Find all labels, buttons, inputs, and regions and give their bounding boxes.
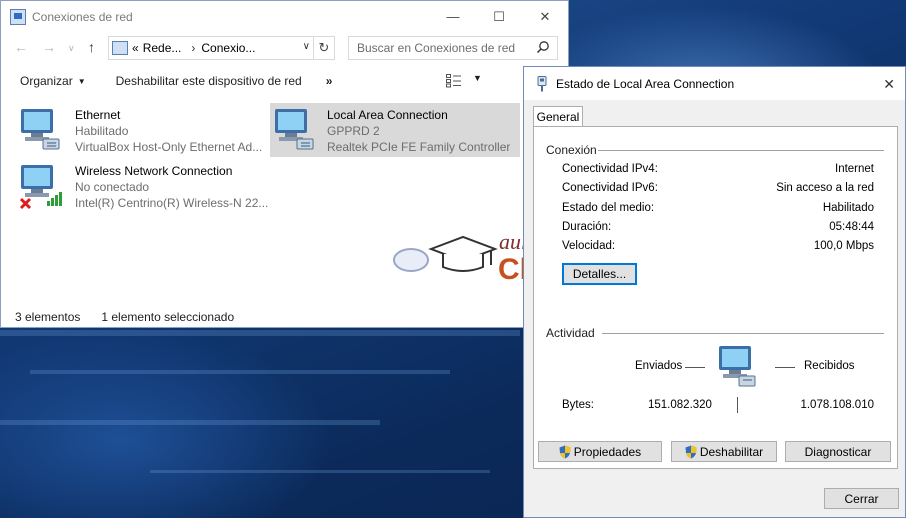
- row-label: Duración:: [562, 221, 612, 233]
- row-value: 05:48:44: [829, 221, 874, 233]
- recent-locations-dropdown[interactable]: ∨: [68, 43, 75, 54]
- group-divider: [602, 333, 884, 334]
- chevron-down-icon[interactable]: ∨: [303, 41, 310, 52]
- row-label: Velocidad:: [562, 240, 616, 252]
- tab-general[interactable]: General: [533, 106, 583, 127]
- list-item-ethernet[interactable]: Ethernet Habilitado VirtualBox Host-Only…: [3, 103, 262, 157]
- connection-status-dialog: Estado de Local Area Connection ✕ Genera…: [523, 66, 906, 518]
- properties-label: Propiedades: [573, 444, 642, 459]
- network-adapter-icon: [275, 109, 314, 150]
- wireless-adapter-icon: [19, 165, 62, 210]
- close-button[interactable]: ✕: [522, 1, 568, 32]
- back-arrow-icon[interactable]: ←: [14, 39, 28, 55]
- search-placeholder: Buscar en Conexiones de red: [357, 41, 516, 55]
- chevron-right-icon[interactable]: ›: [191, 41, 195, 55]
- disable-label: Deshabilitar: [699, 444, 764, 459]
- network-folder-icon: [112, 41, 128, 55]
- explorer-titlebar: Conexiones de red — ☐ ✕: [1, 1, 568, 32]
- breadcrumb-item[interactable]: Conexio...: [201, 41, 255, 55]
- network-adapter-icon: [21, 109, 60, 150]
- explorer-title: Conexiones de red: [32, 9, 133, 24]
- row-value: Sin acceso a la red: [776, 182, 874, 194]
- breadcrumb-item[interactable]: Rede...: [143, 41, 182, 55]
- connection-device: Intel(R) Centrino(R) Wireless-N 22...: [75, 196, 269, 210]
- address-bar[interactable]: « Rede... › Conexio... ∨ ↻: [108, 36, 335, 60]
- close-dialog-button[interactable]: Cerrar: [824, 488, 899, 509]
- organize-menu[interactable]: Organizar ▼: [20, 74, 86, 88]
- disable-button[interactable]: Deshabilitar: [671, 441, 777, 462]
- duration-row: Duración: 05:48:44: [562, 221, 874, 233]
- list-item-wireless[interactable]: Wireless Network Connection No conectado…: [3, 159, 268, 213]
- command-bar: Organizar ▼ Deshabilitar este dispositiv…: [1, 67, 568, 95]
- view-options-dropdown[interactable]: ▼: [473, 73, 482, 83]
- row-value: Internet: [835, 163, 874, 175]
- bytes-divider: [737, 397, 738, 413]
- row-label: Conectividad IPv6:: [562, 182, 658, 194]
- search-input[interactable]: Buscar en Conexiones de red: [348, 36, 558, 60]
- received-connector: [775, 367, 795, 368]
- minimize-button[interactable]: —: [430, 1, 476, 32]
- activity-group-heading: Actividad: [546, 326, 595, 340]
- sent-label: Enviados: [635, 360, 683, 372]
- network-connections-window: Conexiones de red — ☐ ✕ ← → ∨ ↑ « Rede..…: [0, 0, 569, 328]
- list-item-local-area-connection[interactable]: Local Area Connection GPPRD 2 Realtek PC…: [270, 103, 520, 157]
- dialog-title: Estado de Local Area Connection: [556, 76, 735, 91]
- connection-name: Local Area Connection: [327, 108, 448, 122]
- group-divider: [598, 150, 884, 151]
- network-activity-icon: [719, 346, 756, 387]
- status-bar: 3 elementos 1 elemento seleccionado: [15, 310, 234, 324]
- refresh-icon[interactable]: ↻: [313, 37, 334, 59]
- media-state-row: Estado del medio: Habilitado: [562, 202, 874, 214]
- row-value: 100,0 Mbps: [813, 240, 874, 252]
- sent-connector: [685, 367, 705, 368]
- connection-status: No conectado: [75, 180, 150, 194]
- ipv6-row: Conectividad IPv6: Sin acceso a la red: [562, 182, 874, 194]
- organize-label: Organizar: [20, 74, 73, 88]
- properties-button[interactable]: Propiedades: [538, 441, 662, 462]
- close-icon[interactable]: ✕: [883, 76, 895, 93]
- dropdown-arrow-icon: ▼: [77, 76, 86, 86]
- selection-count: 1 elemento seleccionado: [101, 310, 235, 324]
- connection-status: Habilitado: [75, 124, 129, 138]
- address-toolbar: ← → ∨ ↑ « Rede... › Conexio... ∨ ↻ Busca…: [1, 34, 568, 62]
- bytes-sent-value: 151.082.320: [648, 399, 712, 411]
- details-button[interactable]: Detalles...: [562, 263, 637, 285]
- connection-name: Ethernet: [75, 108, 121, 122]
- uac-shield-icon: [559, 445, 571, 458]
- received-label: Recibidos: [804, 360, 855, 372]
- maximize-button[interactable]: ☐: [476, 1, 522, 32]
- network-cable-icon: [537, 75, 547, 91]
- forward-arrow-icon[interactable]: →: [42, 39, 56, 55]
- connection-device: Realtek PCIe FE Family Controller: [327, 140, 511, 154]
- row-label: Conectividad IPv4:: [562, 163, 658, 175]
- general-tab-panel: Conexión Conectividad IPv4: Internet Con…: [533, 126, 898, 469]
- item-count: 3 elementos: [15, 310, 81, 324]
- more-commands-button[interactable]: »: [326, 74, 333, 88]
- row-value: Habilitado: [822, 202, 874, 214]
- connections-list: Ethernet Habilitado VirtualBox Host-Only…: [1, 101, 568, 297]
- network-folder-icon: [10, 8, 26, 25]
- dialog-titlebar: Estado de Local Area Connection ✕: [524, 67, 905, 100]
- bytes-received-value: 1.078.108.010: [800, 399, 874, 411]
- row-label: Estado del medio:: [562, 202, 655, 214]
- breadcrumb-overflow[interactable]: «: [132, 41, 139, 55]
- disable-device-command[interactable]: Deshabilitar este dispositivo de red: [116, 74, 302, 88]
- uac-shield-icon: [685, 445, 697, 458]
- connection-group-heading: Conexión: [546, 143, 597, 157]
- connection-status: GPPRD 2: [327, 124, 380, 138]
- connection-device: VirtualBox Host-Only Ethernet Ad...: [75, 140, 263, 154]
- ipv4-row: Conectividad IPv4: Internet: [562, 163, 874, 175]
- bytes-label: Bytes:: [562, 399, 594, 411]
- change-view-icon[interactable]: [446, 74, 462, 88]
- connection-name: Wireless Network Connection: [75, 164, 233, 178]
- search-icon[interactable]: [536, 40, 550, 54]
- up-arrow-icon[interactable]: ↑: [88, 39, 95, 55]
- speed-row: Velocidad: 100,0 Mbps: [562, 240, 874, 252]
- diagnose-button[interactable]: Diagnosticar: [785, 441, 891, 462]
